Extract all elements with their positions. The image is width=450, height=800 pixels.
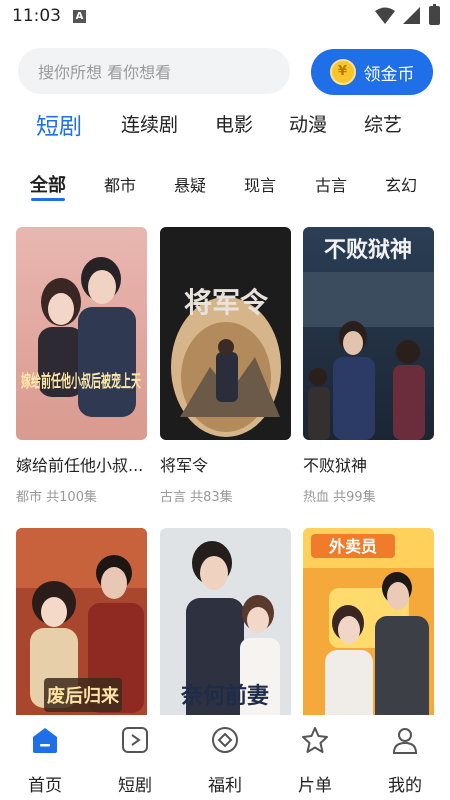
drama-meta: 热血 共99集 <box>303 486 434 505</box>
drama-title[interactable]: 嫁给前任他小叔... <box>16 452 147 476</box>
poster-title-text: 不败狱神 <box>324 237 412 263</box>
claim-coins-label: 领金币 <box>363 64 415 85</box>
person-icon <box>392 728 418 754</box>
tab-series[interactable]: 连续剧 <box>121 110 178 137</box>
poster-title-text: 将军令 <box>184 286 269 319</box>
signal-icon <box>403 6 420 24</box>
poster-title-text: 废后归来 <box>47 685 120 707</box>
drama-genre: 热血 <box>303 490 330 505</box>
filter-all[interactable]: 全部 <box>30 171 66 197</box>
drama-poster[interactable]: 奈何前妻 <box>160 528 291 741</box>
genre-filter-tabs: 全部 都市 悬疑 现言 古言 玄幻 <box>0 172 450 206</box>
bottom-navigation: 首页 短剧 福利 片单 我的 <box>0 715 450 800</box>
nav-profile[interactable]: 我的 <box>375 725 435 796</box>
filter-ancient-romance[interactable]: 古言 <box>315 172 347 196</box>
filter-modern-romance[interactable]: 现言 <box>244 172 276 196</box>
nav-short-drama[interactable]: 短剧 <box>105 725 165 796</box>
nav-playlist-label: 片单 <box>298 776 332 796</box>
drama-card[interactable]: 奈何前妻 <box>160 528 291 741</box>
play-box-icon <box>122 727 148 753</box>
poster-title-text: 外卖员 <box>328 537 377 556</box>
tab-short-drama[interactable]: 短剧 <box>36 107 82 141</box>
drama-meta: 都市 共100集 <box>16 486 147 505</box>
drama-title[interactable]: 不败狱神 <box>303 452 434 476</box>
filter-mystery[interactable]: 悬疑 <box>174 172 206 196</box>
tab-variety[interactable]: 综艺 <box>364 110 402 137</box>
filter-fantasy[interactable]: 玄幻 <box>385 172 417 196</box>
drama-poster[interactable]: 不败狱神 <box>303 227 434 440</box>
nav-home-label: 首页 <box>28 776 62 796</box>
filter-urban[interactable]: 都市 <box>104 172 136 196</box>
drama-card[interactable]: 外卖员 <box>303 528 434 741</box>
status-indicators <box>375 4 440 25</box>
nav-benefits[interactable]: 福利 <box>195 725 255 796</box>
drama-poster[interactable]: 废后归来 <box>16 528 147 741</box>
battery-icon <box>429 4 440 25</box>
main-category-tabs: 短剧 连续剧 电影 动漫 综艺 <box>0 110 450 142</box>
drama-genre: 古言 <box>160 490 187 505</box>
poster-title-text: 奈何前妻 <box>180 683 269 709</box>
drama-poster[interactable]: 外卖员 <box>303 528 434 741</box>
drama-episodes: 共99集 <box>333 490 376 505</box>
status-bar: 11:03 A <box>0 0 450 32</box>
nav-home[interactable]: 首页 <box>15 725 75 796</box>
drama-title[interactable]: 将军令 <box>160 452 291 476</box>
tab-movies[interactable]: 电影 <box>215 110 253 137</box>
drama-card[interactable]: 嫁给前任他小叔后被宠上天 嫁给前任他小叔... 都市 共100集 <box>16 227 147 505</box>
nav-playlist[interactable]: 片单 <box>285 725 345 796</box>
search-input[interactable]: 搜你所想 看你想看 <box>18 48 290 94</box>
star-icon <box>302 727 328 753</box>
diamond-badge-icon <box>212 727 238 753</box>
drama-genre: 都市 <box>16 490 43 505</box>
nav-profile-label: 我的 <box>388 776 422 796</box>
drama-episodes: 共100集 <box>46 490 97 505</box>
notification-icon: A <box>73 9 86 23</box>
drama-poster[interactable]: 将军令 <box>160 227 291 440</box>
drama-card[interactable]: 将军令 将军令 古言 共83集 <box>160 227 291 505</box>
status-time: 11:03 <box>12 6 61 26</box>
wifi-icon <box>375 7 395 24</box>
home-icon <box>33 728 57 753</box>
drama-episodes: 共83集 <box>190 490 233 505</box>
drama-card[interactable]: 不败狱神 不败狱神 热血 共99集 <box>303 227 434 505</box>
tab-anime[interactable]: 动漫 <box>289 110 327 137</box>
drama-poster[interactable]: 嫁给前任他小叔后被宠上天 <box>16 227 147 440</box>
drama-meta: 古言 共83集 <box>160 486 291 505</box>
nav-short-drama-label: 短剧 <box>118 776 152 796</box>
poster-title-text: 嫁给前任他小叔后被宠上天 <box>20 371 141 392</box>
claim-coins-button[interactable]: ¥ 领金币 <box>311 49 433 95</box>
nav-benefits-label: 福利 <box>208 776 242 796</box>
coin-icon: ¥ <box>329 59 356 85</box>
active-filter-indicator <box>31 198 65 201</box>
drama-card[interactable]: 废后归来 <box>16 528 147 741</box>
search-placeholder: 搜你所想 看你想看 <box>38 63 172 82</box>
